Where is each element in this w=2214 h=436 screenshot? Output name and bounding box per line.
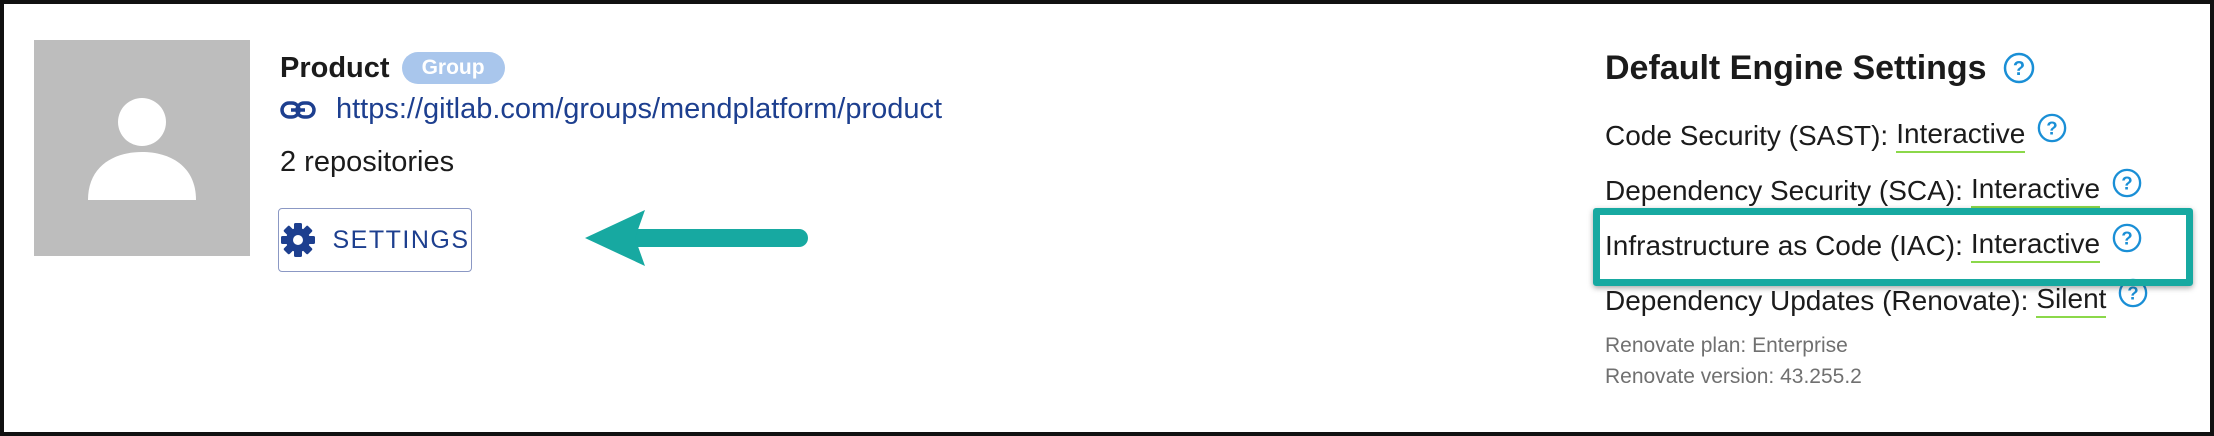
- help-icon[interactable]: ?: [2112, 168, 2142, 198]
- engine-settings-panel: Default Engine Settings ? Code Security …: [1605, 40, 2195, 388]
- engine-label: Code Security (SAST):: [1605, 119, 1889, 151]
- svg-text:?: ?: [2012, 58, 2024, 80]
- group-url-link[interactable]: https://gitlab.com/groups/mendplatform/p…: [336, 93, 942, 126]
- renovate-version: Renovate version: 43.255.2: [1605, 365, 1862, 388]
- svg-text:?: ?: [2047, 117, 2058, 138]
- engine-row-sca: Dependency Security (SCA): Interactive ?: [1605, 168, 2142, 208]
- renovate-plan: Renovate plan: Enterprise: [1605, 334, 1848, 357]
- user-avatar-icon: [88, 98, 196, 200]
- svg-text:?: ?: [2121, 172, 2132, 193]
- link-icon: [280, 100, 316, 119]
- engine-settings-header: Default Engine Settings ?: [1605, 40, 2195, 96]
- group-title-row: Product Group: [280, 48, 505, 88]
- engine-row-renovate: Dependency Updates (Renovate): Silent ?: [1605, 278, 2148, 318]
- group-badge: Group: [401, 52, 505, 84]
- engine-label: Dependency Updates (Renovate):: [1605, 284, 2029, 316]
- group-link[interactable]: https://gitlab.com/groups/mendplatform/p…: [280, 93, 942, 126]
- group-avatar: [34, 40, 250, 256]
- settings-button-label: SETTINGS: [332, 225, 470, 254]
- engine-value[interactable]: Silent: [2036, 283, 2107, 318]
- settings-button[interactable]: SETTINGS: [278, 208, 472, 272]
- engine-value[interactable]: Interactive: [1896, 118, 2026, 153]
- iac-highlight-box: [1593, 208, 2193, 286]
- help-icon[interactable]: ?: [2003, 52, 2035, 84]
- engine-value[interactable]: Interactive: [1970, 173, 2101, 208]
- repository-count: 2 repositories: [280, 146, 455, 178]
- page-frame: Product Group https://gitlab.com/groups/…: [0, 0, 2214, 436]
- engine-label: Dependency Security (SCA):: [1605, 174, 1963, 206]
- engine-row-sast: Code Security (SAST): Interactive ?: [1605, 113, 2067, 153]
- annotation-arrow: [585, 210, 808, 266]
- engine-settings-title: Default Engine Settings: [1605, 48, 1987, 87]
- gear-icon: [281, 223, 316, 257]
- group-name: Product: [280, 51, 390, 84]
- group-info: Product Group https://gitlab.com/groups/…: [280, 48, 942, 179]
- help-icon[interactable]: ?: [2037, 113, 2067, 143]
